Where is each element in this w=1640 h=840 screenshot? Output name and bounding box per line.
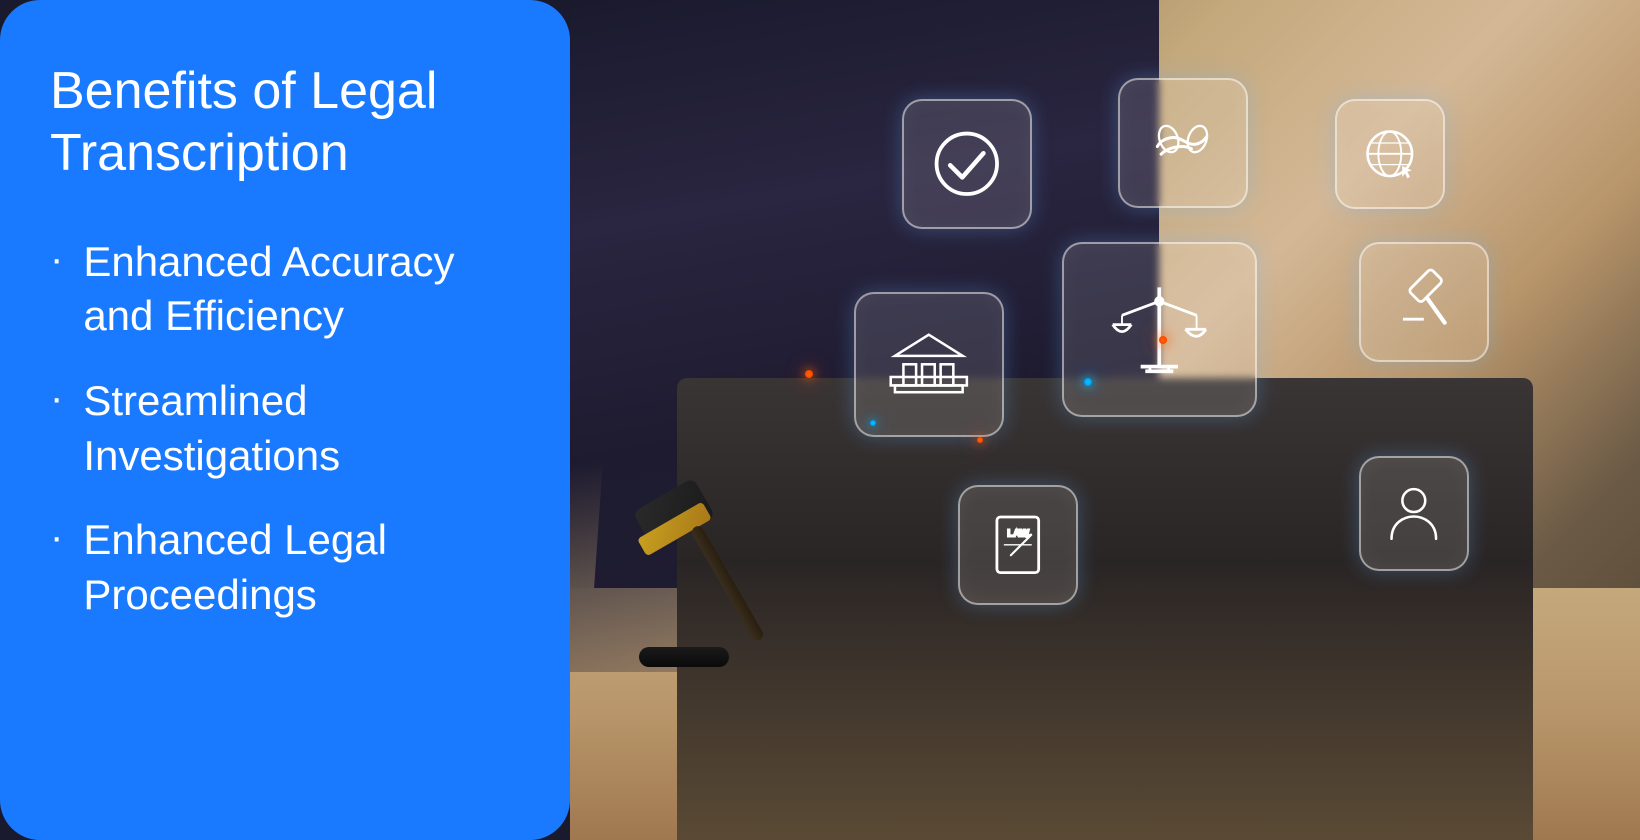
benefits-list: · Enhanced Accuracy and Efficiency · Str…	[50, 235, 520, 653]
document-icon: LAW	[983, 510, 1053, 580]
bullet-icon-2: ·	[50, 378, 63, 418]
benefit-item-2: · Streamlined Investigations	[50, 374, 520, 483]
holographic-icons: LAW	[838, 42, 1640, 756]
hero-image-panel: LAW	[570, 0, 1640, 840]
holo-courthouse-card	[854, 292, 1004, 437]
glow-dot-orange-3	[1159, 336, 1167, 344]
courthouse-icon	[885, 322, 973, 407]
left-info-panel: Benefits of Legal Transcription · Enhanc…	[0, 0, 570, 840]
panel-title: Benefits of Legal Transcription	[50, 60, 520, 185]
benefit-text-2: Streamlined Investigations	[83, 374, 340, 483]
holo-person-card	[1359, 456, 1469, 571]
benefit-item-1: · Enhanced Accuracy and Efficiency	[50, 235, 520, 344]
holo-scales-card	[1062, 242, 1257, 417]
glow-dot-orange-1	[805, 370, 813, 378]
glow-dot-blue-2	[1084, 378, 1092, 386]
gavel-icon	[1386, 267, 1462, 337]
glow-dot-blue-1	[870, 420, 876, 426]
holo-gavel-card	[1359, 242, 1489, 362]
holo-checkmark-card	[902, 99, 1032, 229]
globe-icon	[1358, 122, 1422, 186]
glow-dot-orange-2	[977, 437, 983, 443]
gavel-base	[639, 647, 729, 667]
benefit-item-3: · Enhanced Legal Proceedings	[50, 513, 520, 622]
gavel	[624, 472, 744, 672]
checkmark-icon	[929, 126, 1005, 202]
bullet-icon-3: ·	[50, 517, 63, 557]
benefit-text-3: Enhanced Legal Proceedings	[83, 513, 387, 622]
benefit-text-1: Enhanced Accuracy and Efficiency	[83, 235, 454, 344]
scales-icon	[1102, 278, 1217, 381]
person-icon	[1382, 480, 1446, 547]
bullet-icon-1: ·	[50, 239, 63, 279]
holo-document-card: LAW	[958, 485, 1078, 605]
background-scene: LAW	[570, 0, 1640, 840]
holo-globe-card	[1335, 99, 1445, 209]
handshake-icon	[1146, 105, 1222, 181]
holo-handshake-card	[1118, 78, 1248, 208]
